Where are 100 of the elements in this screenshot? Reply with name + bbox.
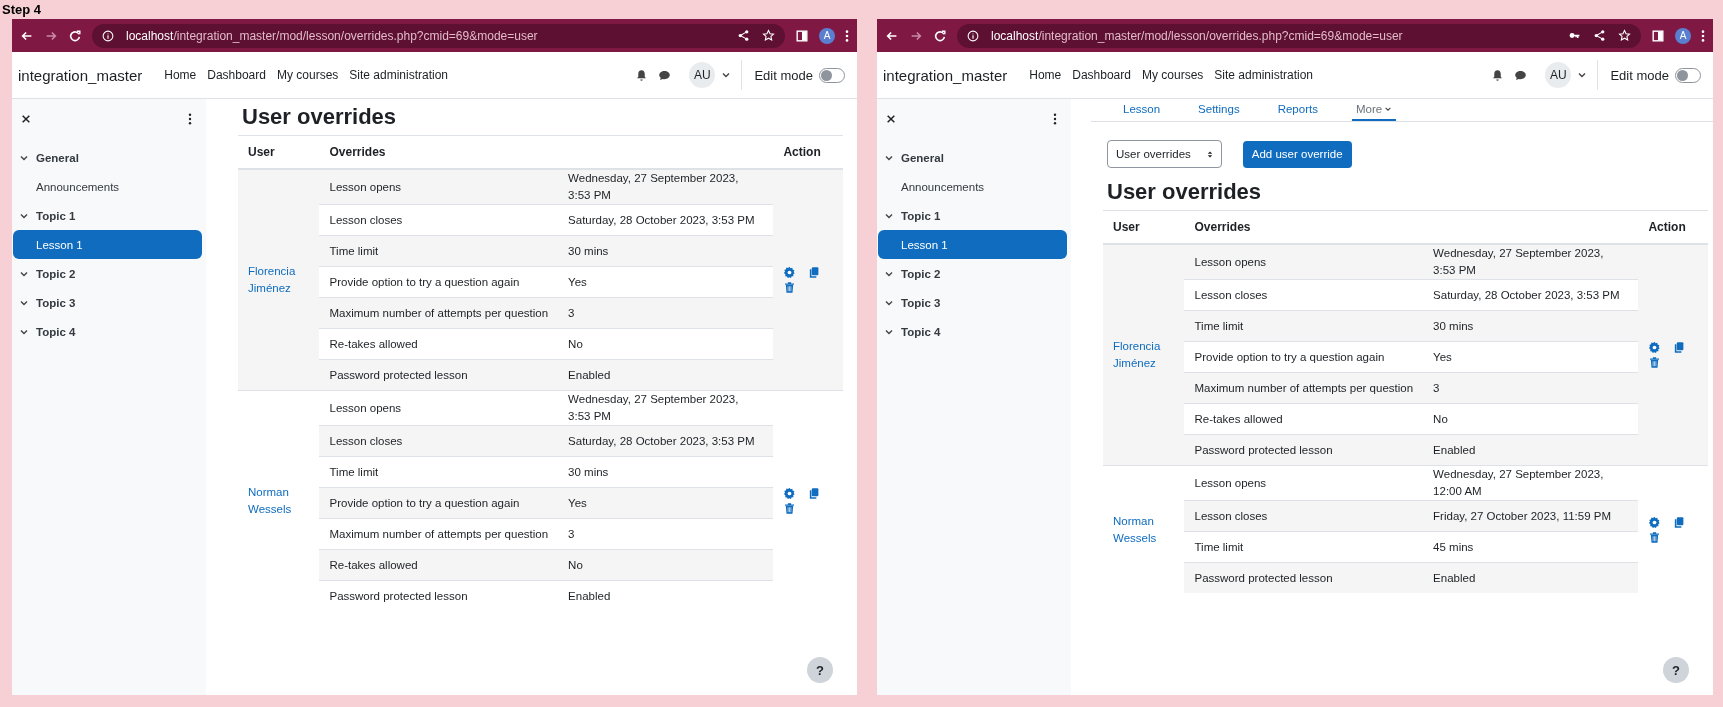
activity-item[interactable]: Lesson 1 [878,230,1067,259]
side-panel-icon[interactable] [1651,28,1665,43]
caret-icon [1384,105,1393,113]
nav-tab[interactable]: More [1351,99,1397,121]
nav-link[interactable]: Site administration [349,68,449,82]
nav-link[interactable]: Home [164,68,197,82]
profile-avatar[interactable]: A [819,27,835,44]
site-name[interactable]: integration_master [883,66,1008,84]
nav-link[interactable]: Dashboard [1072,68,1131,82]
settings-icon[interactable] [1648,341,1662,354]
close-icon[interactable] [886,114,896,124]
setting-value: 30 mins [558,235,774,267]
chat-bubble-icon[interactable] [1514,68,1528,82]
settings-icon[interactable] [783,266,797,279]
menu-icon[interactable] [845,28,849,43]
edit-mode-toggle[interactable] [1675,67,1701,83]
section-item[interactable]: Topic 1 [878,201,1067,230]
page-heading: User overrides [1107,178,1263,206]
caret-icon[interactable] [1577,70,1588,80]
delete-icon[interactable] [1648,530,1662,544]
user-link[interactable]: Norman Wessels [248,484,310,518]
caret-icon[interactable] [721,70,732,80]
nav-link[interactable]: Site administration [1214,68,1314,82]
delete-icon[interactable] [1648,356,1662,369]
address-bar[interactable]: localhost/integration_master/mod/lesson/overrides.php?cmid=69&mode=user [92,23,785,48]
nav-link[interactable]: Home [1029,68,1062,82]
section-item[interactable]: Topic 3 [13,288,202,317]
section-item[interactable]: Topic 2 [878,259,1067,288]
setting-name: Lesson opens [1184,244,1424,280]
star-icon[interactable] [1618,29,1631,42]
star-icon[interactable] [762,29,775,42]
profile-avatar[interactable]: A [1675,27,1691,44]
share-icon[interactable] [1593,29,1606,42]
nav-link[interactable]: My courses [1141,68,1204,82]
setting-value: Saturday, 28 October 2023, 3:53 PM [558,204,774,236]
setting-name: Re-takes allowed [1184,403,1424,435]
user-avatar[interactable]: AU [689,62,716,88]
setting-value: 3 [558,297,774,329]
user-link[interactable]: Florencia Jiménez [248,263,310,297]
user-link[interactable]: Norman Wessels [1113,512,1175,547]
info-icon[interactable] [967,29,979,42]
section-item[interactable]: Topic 2 [13,259,202,288]
site-name[interactable]: integration_master [18,66,143,84]
nav-link[interactable]: My courses [276,68,339,82]
setting-name: Lesson opens [319,169,559,205]
setting-value: Enabled [1423,562,1639,593]
setting-value: Wednesday, 27 September 2023, 3:53 PM [558,169,774,205]
setting-name: Re-takes allowed [319,549,559,581]
settings-icon[interactable] [1648,515,1662,529]
section-item[interactable]: Topic 3 [878,288,1067,317]
activity-item[interactable]: Announcements [13,172,202,201]
add-user-override-button[interactable]: Add user override [1242,140,1352,168]
reload-icon[interactable] [68,28,82,43]
info-icon[interactable] [102,29,114,42]
side-panel-icon[interactable] [795,28,809,43]
more-options-icon[interactable] [1053,113,1057,125]
share-icon[interactable] [737,29,750,42]
nav-link[interactable]: Dashboard [207,68,266,82]
delete-icon[interactable] [783,281,797,294]
more-options-icon[interactable] [188,113,192,125]
settings-icon[interactable] [783,487,797,500]
delete-icon[interactable] [783,502,797,515]
setting-value: Enabled [558,359,774,391]
setting-name: Time limit [1184,531,1424,563]
sort-arrows-icon [1206,149,1213,159]
activity-item[interactable]: Lesson 1 [13,230,202,259]
setting-name: Maximum number of attempts per question [319,518,559,550]
edit-mode-toggle[interactable] [819,67,845,83]
setting-name: Lesson closes [319,425,559,457]
setting-value: No [1423,403,1639,435]
menu-icon[interactable] [1701,28,1705,43]
section-item[interactable]: Topic 4 [13,317,202,346]
mode-select[interactable]: User overrides [1107,140,1222,168]
section-item[interactable]: Topic 1 [13,201,202,230]
nav-tab[interactable]: Settings [1194,99,1244,121]
section-item[interactable]: Topic 4 [878,317,1067,346]
setting-value: Wednesday, 27 September 2023, 12:00 AM [1423,465,1639,501]
section-item[interactable]: General [13,143,202,172]
setting-name: Maximum number of attempts per question [319,297,559,329]
help-button[interactable]: ? [1663,657,1689,683]
nav-tab[interactable]: Reports [1273,99,1322,121]
section-item[interactable]: General [878,143,1067,172]
address-bar[interactable]: localhost/integration_master/mod/lesson/overrides.php?cmid=69&mode=user [957,23,1641,48]
setting-name: Provide option to try a question again [319,487,559,519]
reload-icon[interactable] [933,28,947,43]
user-avatar[interactable]: AU [1545,62,1572,88]
setting-value: No [558,549,774,581]
setting-name: Time limit [1184,310,1424,342]
user-link[interactable]: Florencia Jiménez [1113,338,1175,372]
copy-icon[interactable] [1672,515,1686,529]
activity-item[interactable]: Announcements [878,172,1067,201]
copy-icon[interactable] [1672,341,1686,354]
url-text: localhost/integration_master/mod/lesson/overrides.php?cmid=69&mode=user [991,28,1404,43]
copy-icon[interactable] [807,266,821,279]
setting-value: No [558,328,774,360]
copy-icon[interactable] [807,487,821,500]
close-icon[interactable] [21,114,31,124]
nav-tab[interactable]: Lesson [1119,99,1165,121]
help-button[interactable]: ? [807,657,833,683]
chat-bubble-icon[interactable] [658,68,672,82]
